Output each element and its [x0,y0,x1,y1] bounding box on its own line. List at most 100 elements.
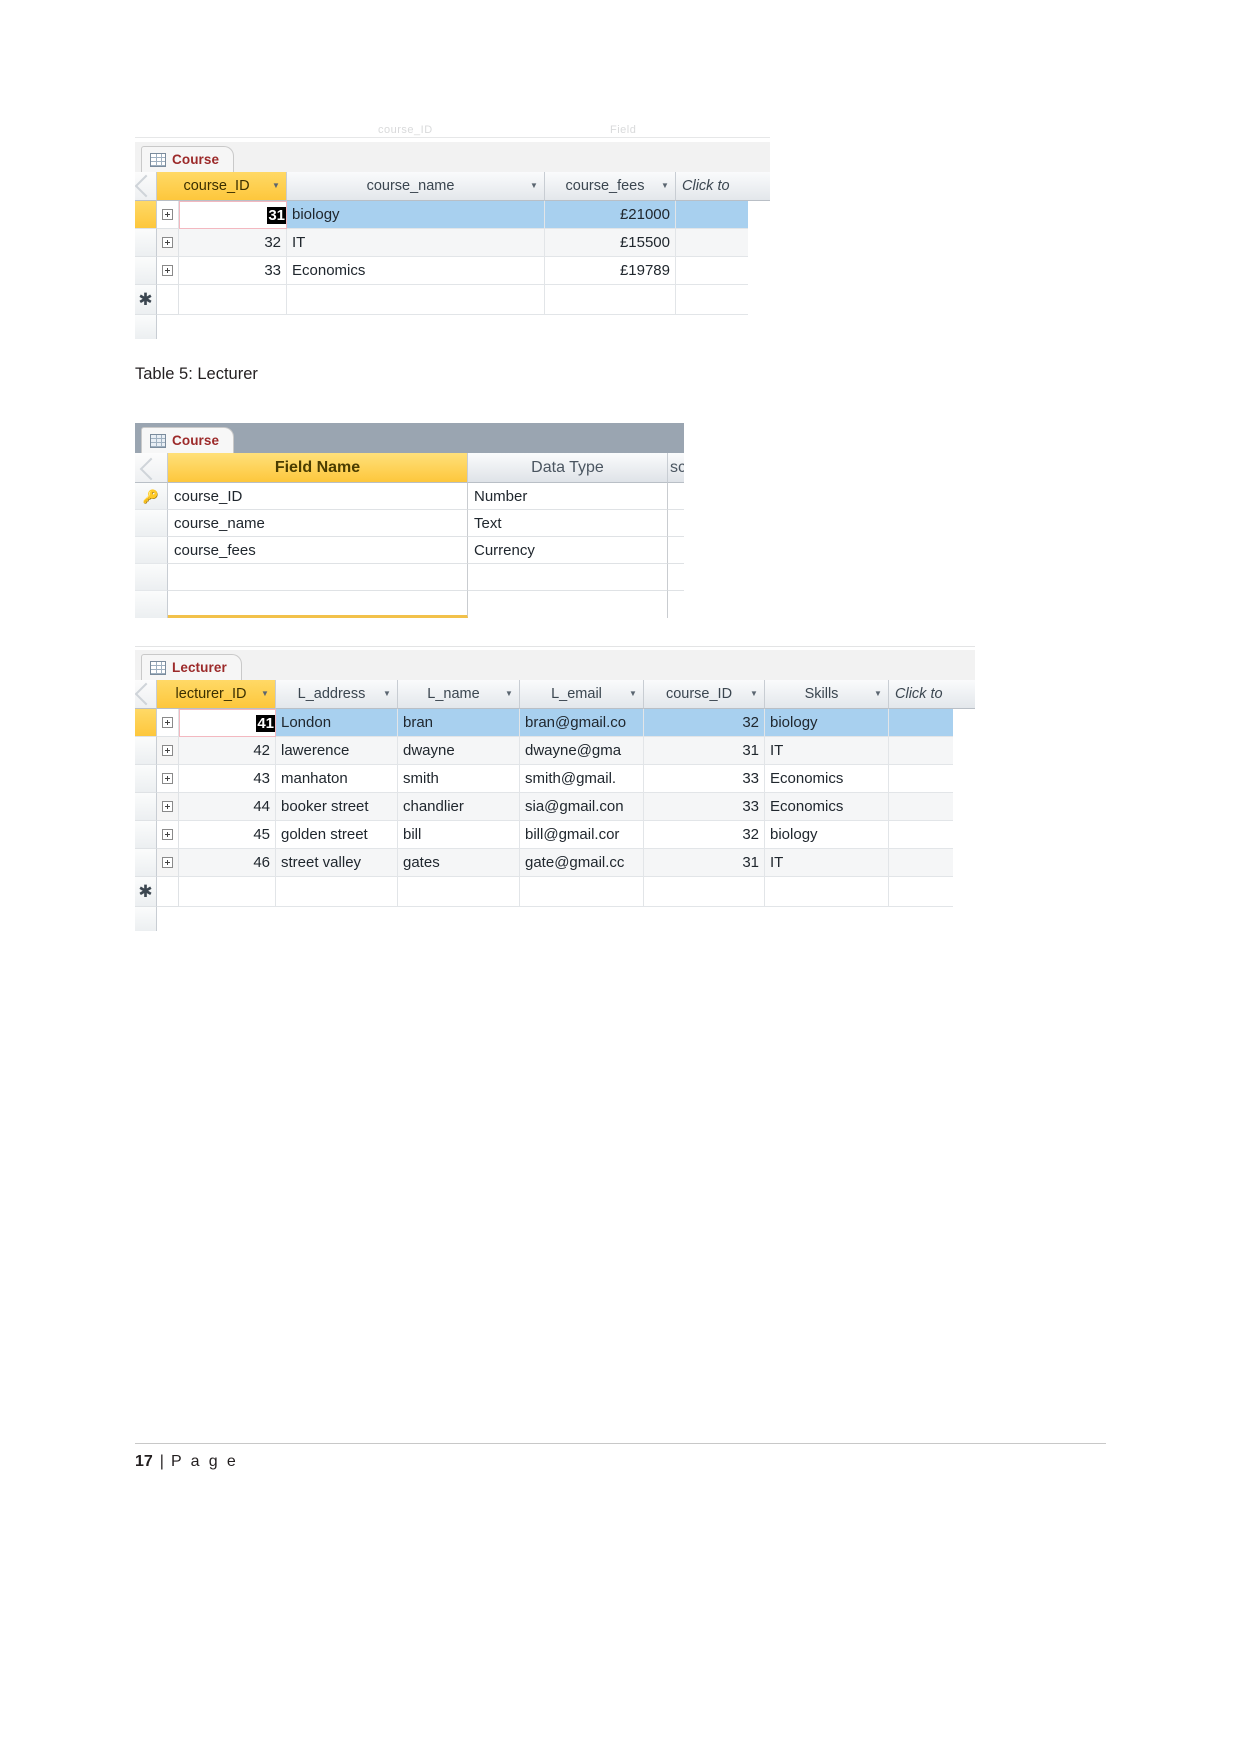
expand-subdatasheet-button[interactable] [157,737,179,765]
expand-subdatasheet-button[interactable] [157,257,179,285]
expand-subdatasheet-button[interactable] [157,821,179,849]
row-selector[interactable] [135,537,168,564]
cell-field-name[interactable]: course_ID [168,483,468,510]
cell-skills[interactable]: Economics [765,793,889,821]
chevron-down-icon[interactable]: ▼ [748,690,760,698]
new-record-marker[interactable]: ✱ [135,877,157,907]
record-selector[interactable] [135,257,157,285]
column-header-description[interactable]: scription [668,453,684,483]
cell-description[interactable] [668,483,684,510]
cell-skills[interactable]: IT [765,849,889,877]
cell-l-email[interactable]: smith@gmail. [520,765,644,793]
cell-course-id[interactable]: 33 [644,765,765,793]
row-selector[interactable] [135,510,168,537]
new-cell-l-email[interactable] [520,877,644,907]
cell-l-email[interactable]: dwayne@gma [520,737,644,765]
column-header-l-email[interactable]: L_email ▼ [520,680,644,709]
record-selector[interactable] [135,201,157,229]
cell-course-id[interactable]: 31 [644,849,765,877]
chevron-down-icon[interactable]: ▼ [627,690,639,698]
cell-course-id[interactable]: 32 [644,821,765,849]
cell-l-name[interactable]: bill [398,821,520,849]
new-cell-course-id[interactable] [179,285,287,315]
cell-course-id[interactable]: 31 [644,737,765,765]
new-record-row[interactable]: ✱ [135,285,770,315]
column-header-skills[interactable]: Skills ▼ [765,680,889,709]
row-selector-primary-key[interactable]: 🔑 [135,483,168,510]
design-row-course-name[interactable]: course_name Text [135,510,684,537]
design-row-course-id[interactable]: 🔑 course_ID Number [135,483,684,510]
cell-data-type[interactable] [468,591,668,618]
cell-course-id[interactable]: 32 [644,709,765,737]
cell-l-address[interactable]: street valley [276,849,398,877]
select-all-corner[interactable] [135,680,157,709]
expand-subdatasheet-button[interactable] [157,709,179,737]
cell-click-to-add[interactable] [889,793,953,821]
design-row-empty-last[interactable] [135,591,684,618]
table-row[interactable]: 43 manhaton smith smith@gmail. 33 Econom… [135,765,975,793]
table-row[interactable]: 42 lawerence dwayne dwayne@gma 31 IT [135,737,975,765]
new-record-marker[interactable]: ✱ [135,285,157,315]
cell-l-address[interactable]: lawerence [276,737,398,765]
record-selector[interactable] [135,737,157,765]
cell-l-email[interactable]: bill@gmail.cor [520,821,644,849]
expand-subdatasheet-button[interactable] [157,229,179,257]
row-selector[interactable] [135,591,168,618]
cell-skills[interactable]: biology [765,821,889,849]
table-row[interactable]: 32 IT £15500 [135,229,770,257]
document-tab-course-datasheet[interactable]: Course [141,146,235,172]
design-row-course-fees[interactable]: course_fees Currency [135,537,684,564]
table-row[interactable]: 33 Economics £19789 [135,257,770,285]
table-row[interactable]: 45 golden street bill bill@gmail.cor 32 … [135,821,975,849]
new-record-row[interactable]: ✱ [135,877,975,907]
cell-l-address[interactable]: golden street [276,821,398,849]
cell-field-name[interactable] [168,591,468,618]
cell-l-email[interactable]: bran@gmail.co [520,709,644,737]
cell-lecturer-id[interactable]: 45 [179,821,276,849]
record-selector[interactable] [135,793,157,821]
expand-subdatasheet-button[interactable] [157,849,179,877]
cell-l-name[interactable]: dwayne [398,737,520,765]
chevron-down-icon[interactable]: ▼ [270,182,282,190]
column-header-course-fees[interactable]: course_fees ▼ [545,172,676,201]
cell-description[interactable] [668,510,684,537]
column-header-click-to-add[interactable]: Click to [889,680,975,709]
cell-description[interactable] [668,591,684,618]
cell-data-type[interactable]: Currency [468,537,668,564]
cell-course-fees[interactable]: £15500 [545,229,676,257]
cell-click-to-add[interactable] [889,765,953,793]
design-row-empty[interactable] [135,564,684,591]
column-header-course-id[interactable]: course_ID ▼ [157,172,287,201]
expand-subdatasheet-button[interactable] [157,765,179,793]
chevron-down-icon[interactable]: ▼ [659,182,671,190]
select-all-corner[interactable] [135,453,168,483]
record-selector[interactable] [135,849,157,877]
cell-l-email[interactable]: sia@gmail.con [520,793,644,821]
column-header-l-name[interactable]: L_name ▼ [398,680,520,709]
cell-click-to-add[interactable] [889,737,953,765]
new-cell-l-address[interactable] [276,877,398,907]
cell-data-type[interactable] [468,564,668,591]
new-cell-click-to-add[interactable] [676,285,748,315]
chevron-down-icon[interactable]: ▼ [503,690,515,698]
cell-lecturer-id[interactable]: 46 [179,849,276,877]
cell-field-name[interactable] [168,564,468,591]
expand-subdatasheet-button[interactable] [157,793,179,821]
chevron-down-icon[interactable]: ▼ [381,690,393,698]
new-cell-click-to-add[interactable] [889,877,953,907]
cell-click-to-add[interactable] [676,201,748,229]
table-row[interactable]: 31 biology £21000 [135,201,770,229]
cell-course-fees[interactable]: £19789 [545,257,676,285]
new-cell-course-name[interactable] [287,285,545,315]
document-tab-lecturer[interactable]: Lecturer [141,654,242,680]
cell-course-id[interactable]: 32 [179,229,287,257]
cell-l-name[interactable]: bran [398,709,520,737]
cell-course-id[interactable]: 33 [644,793,765,821]
record-selector[interactable] [135,229,157,257]
table-row[interactable]: 46 street valley gates gate@gmail.cc 31 … [135,849,975,877]
cell-lecturer-id[interactable]: 42 [179,737,276,765]
cell-course-fees[interactable]: £21000 [545,201,676,229]
record-selector[interactable] [135,709,157,737]
cell-course-id[interactable]: 31 [179,201,287,229]
cell-click-to-add[interactable] [676,257,748,285]
